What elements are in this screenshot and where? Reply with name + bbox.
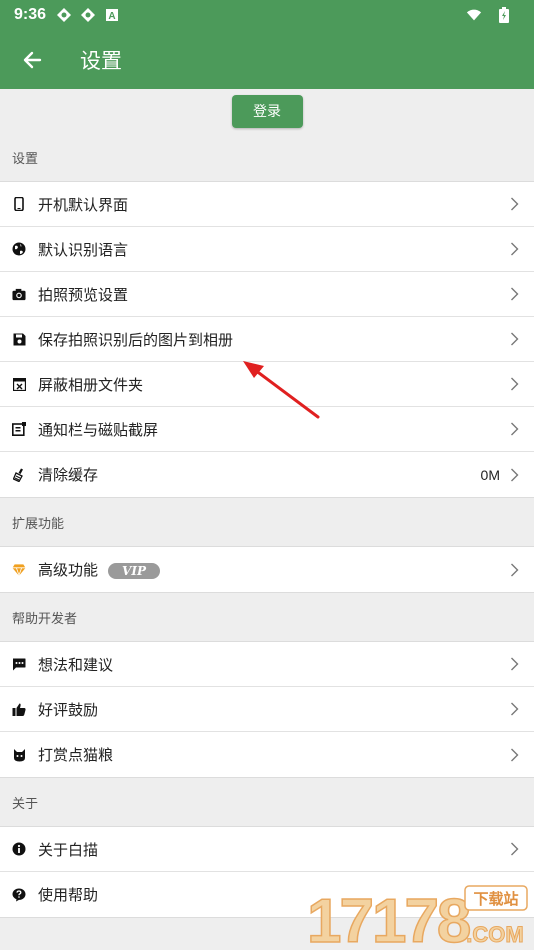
settings-row-label: 默认识别语言 (38, 240, 129, 259)
watermark-logo: 17178 下载站 .COM (306, 885, 528, 950)
settings-row-text: 屏蔽相册文件夹 (38, 374, 510, 395)
chevron-right-icon (510, 563, 520, 577)
login-area: 登录 (0, 89, 534, 133)
settings-row-label: 关于白描 (38, 840, 99, 859)
section-header: 扩展功能 (12, 516, 65, 532)
chevron-right-icon (510, 242, 520, 256)
settings-row-label: 拍照预览设置 (38, 285, 129, 304)
svg-text:.COM: .COM (466, 922, 523, 947)
settings-row[interactable]: 想法和建议 (0, 642, 534, 687)
cache-size-value: 0M (480, 466, 500, 483)
chevron-right-icon (510, 468, 520, 482)
settings-row-text: 好评鼓励 (38, 699, 510, 720)
globe-icon (12, 242, 26, 256)
settings-row-text: 开机默认界面 (38, 194, 510, 215)
settings-list: 设置开机默认界面 默认识别语言 拍照预览设置保存拍照识别后的图片到相册 屏蔽相册文件夹… (0, 133, 534, 918)
chevron-right-icon (510, 702, 520, 716)
chevron-right-icon (510, 287, 520, 301)
settings-row-label: 开机默认界面 (38, 195, 129, 214)
settings-row-text: 清除缓存 (38, 464, 481, 485)
sync-icon (80, 7, 96, 23)
svg-text:A: A (108, 11, 115, 22)
info-icon (12, 842, 26, 856)
chevron-right-icon (510, 842, 520, 856)
camera-icon (12, 287, 26, 301)
chevron-right-icon (510, 197, 520, 211)
thumbs-up-icon (12, 702, 26, 716)
diamond-icon (12, 563, 26, 577)
folder-block-icon (12, 377, 26, 391)
section-header: 关于 (12, 796, 39, 812)
settings-row-label: 清除缓存 (38, 466, 99, 484)
settings-row-label: 通知栏与磁贴截屏 (38, 420, 159, 439)
vip-badge: VIP (108, 562, 160, 579)
settings-row-label: 保存拍照识别后的图片到相册 (38, 330, 234, 349)
settings-row-text: 关于白描 (38, 839, 510, 860)
page-title: 设置 (80, 48, 122, 73)
settings-row-text: 想法和建议 (38, 654, 510, 675)
back-arrow-icon[interactable] (20, 48, 44, 72)
settings-row[interactable]: 高级功能 VIP (0, 547, 534, 592)
login-button[interactable]: 登录 (231, 94, 303, 128)
settings-row-text: 拍照预览设置 (38, 284, 510, 305)
status-bar: 9:36 A (0, 0, 534, 30)
screenshot-icon (12, 422, 26, 436)
broom-icon (12, 468, 26, 482)
settings-row-label: 高级功能 (38, 561, 99, 579)
settings-row[interactable]: 打赏点猫粮 (0, 732, 534, 777)
settings-row[interactable]: 开机默认界面 (0, 182, 534, 227)
app-bar: 设置 (0, 30, 534, 89)
svg-text:17178: 17178 (307, 887, 470, 950)
section-header: 帮助开发者 (12, 611, 78, 627)
settings-row-text: 打赏点猫粮 (38, 744, 510, 765)
settings-row-text: 通知栏与磁贴截屏 (38, 419, 510, 440)
chat-icon (12, 657, 26, 671)
chevron-right-icon (510, 377, 520, 391)
settings-row[interactable]: 清除缓存 0M (0, 452, 534, 497)
chevron-right-icon (510, 422, 520, 436)
help-icon (12, 888, 26, 902)
save-icon (12, 332, 26, 346)
settings-row-label: 使用帮助 (38, 886, 99, 904)
battery-icon (496, 7, 512, 23)
a-icon: A (104, 7, 120, 23)
settings-row[interactable]: 通知栏与磁贴截屏 (0, 407, 534, 452)
settings-row-label: 好评鼓励 (38, 700, 99, 719)
chevron-right-icon (510, 332, 520, 346)
wifi-icon (466, 7, 482, 23)
svg-text:下载站: 下载站 (473, 890, 518, 908)
cat-icon (12, 748, 26, 762)
settings-row-text: 高级功能 VIP (38, 559, 510, 580)
settings-row[interactable]: 保存拍照识别后的图片到相册 (0, 317, 534, 362)
chevron-right-icon (510, 657, 520, 671)
phone-icon (12, 197, 26, 211)
settings-row[interactable]: 好评鼓励 (0, 687, 534, 732)
section-header: 设置 (12, 151, 39, 167)
status-time: 9:36 (14, 6, 47, 23)
settings-row[interactable]: 默认识别语言 (0, 227, 534, 272)
settings-row[interactable]: 屏蔽相册文件夹 (0, 362, 534, 407)
settings-row-label: 屏蔽相册文件夹 (38, 375, 144, 394)
settings-group: 想法和建议好评鼓励打赏点猫粮 (0, 641, 534, 778)
settings-group: 高级功能 VIP (0, 546, 534, 593)
settings-row-label: 想法和建议 (38, 655, 114, 674)
settings-row-text: 保存拍照识别后的图片到相册 (38, 329, 510, 350)
chevron-right-icon (510, 748, 520, 762)
settings-row[interactable]: 拍照预览设置 (0, 272, 534, 317)
settings-row[interactable]: 关于白描 (0, 827, 534, 872)
sync-icon (56, 7, 72, 23)
settings-row-text: 默认识别语言 (38, 239, 510, 260)
settings-row-label: 打赏点猫粮 (38, 746, 114, 764)
settings-group: 开机默认界面 默认识别语言 拍照预览设置保存拍照识别后的图片到相册 屏蔽相册文件夹 通知… (0, 181, 534, 498)
